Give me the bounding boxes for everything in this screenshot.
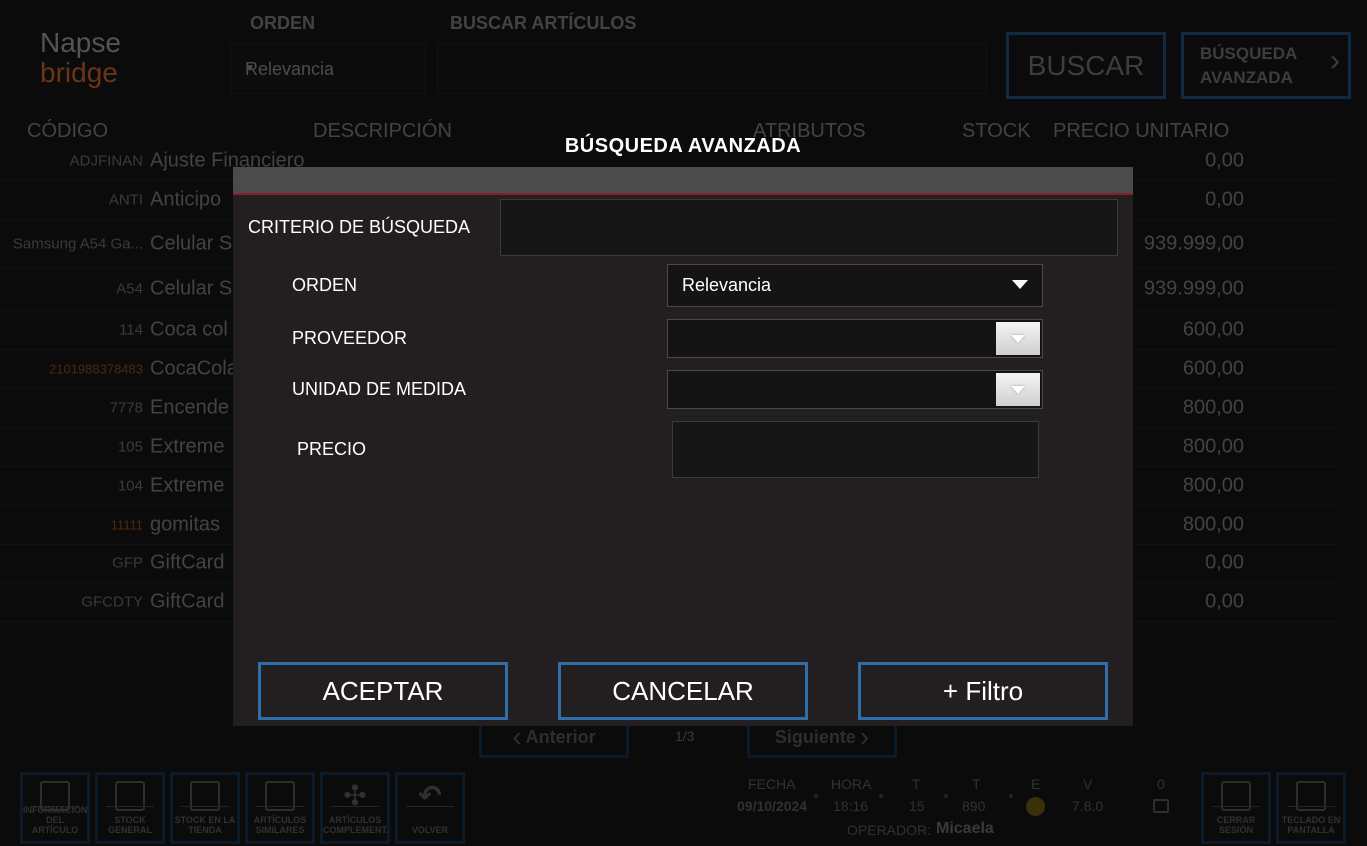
modal-title: BÚSQUEDA AVANZADA: [564, 135, 802, 157]
add-filter-button[interactable]: + Filtro: [858, 662, 1108, 720]
orden-dropdown-value: Relevancia: [682, 275, 772, 295]
criterio-input[interactable]: [500, 199, 1118, 256]
criterio-label: CRITERIO DE BÚSQUEDA: [248, 217, 471, 237]
advanced-search-dialog: CRITERIO DE BÚSQUEDA ORDEN Relevancia PR…: [233, 167, 1133, 726]
aceptar-button[interactable]: ACEPTAR: [258, 662, 508, 720]
unidad-label: UNIDAD DE MEDIDA: [292, 379, 467, 399]
precio-label: PRECIO: [297, 439, 367, 459]
dropdown-arrow-icon[interactable]: [996, 373, 1040, 406]
orden-dropdown[interactable]: Relevancia: [667, 264, 1043, 307]
proveedor-dropdown[interactable]: [667, 319, 1043, 358]
unidad-dropdown[interactable]: [667, 370, 1043, 409]
proveedor-label: PROVEEDOR: [292, 328, 408, 348]
caret-down-icon: [1012, 280, 1028, 289]
dialog-header-band: [233, 167, 1133, 195]
orden-field-label: ORDEN: [292, 275, 358, 295]
dropdown-arrow-icon[interactable]: [996, 322, 1040, 355]
precio-input[interactable]: [672, 421, 1039, 478]
cancelar-button[interactable]: CANCELAR: [558, 662, 808, 720]
